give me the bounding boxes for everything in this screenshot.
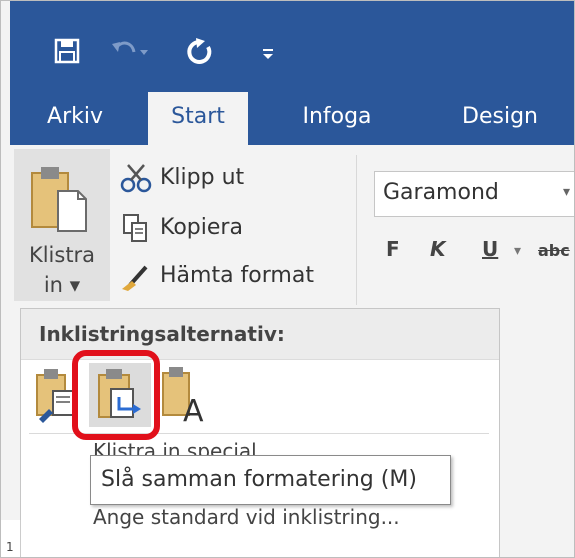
chevron-down-icon: ▾ — [563, 184, 571, 200]
cut-label: Klipp ut — [160, 165, 245, 190]
paste-button[interactable]: Klistra in ▾ — [14, 149, 110, 301]
redo-icon[interactable] — [186, 38, 214, 70]
svg-text:A: A — [183, 394, 204, 425]
tab-design[interactable]: Design — [450, 92, 550, 145]
highlight-ring — [72, 350, 160, 440]
word-window: Arkiv Start Infoga Design Klistra in ▾ K… — [0, 0, 575, 558]
tab-infoga[interactable]: Infoga — [290, 92, 384, 145]
font-name-select[interactable]: Garamond ▾ — [374, 171, 575, 217]
paste-text-only-icon: A — [162, 367, 204, 425]
copy-icon — [120, 213, 152, 254]
italic-button[interactable]: K — [430, 237, 446, 261]
paste-icon — [31, 167, 87, 232]
ribbon: Klistra in ▾ Klipp ut Kopiera Hämta form… — [10, 145, 575, 315]
undo-icon[interactable] — [110, 38, 150, 68]
tab-start[interactable]: Start — [148, 92, 248, 145]
paste-option-keep-text-only[interactable]: A — [157, 363, 219, 427]
customize-toolbar-icon[interactable] — [262, 46, 276, 65]
copy-label: Kopiera — [160, 215, 243, 240]
paintbrush-icon — [120, 261, 154, 302]
underline-dropdown[interactable]: ▾ — [514, 243, 521, 259]
bold-button[interactable]: F — [386, 237, 400, 261]
tooltip-text: Slå samman formatering (M) — [101, 467, 417, 492]
paste-options-title: Inklistringsalternativ: — [39, 322, 285, 346]
tab-arkiv[interactable]: Arkiv — [30, 92, 120, 145]
save-icon[interactable] — [54, 38, 80, 68]
ruler-mark: 1 — [6, 540, 14, 554]
font-name-value: Garamond — [383, 180, 499, 205]
tooltip: Slå samman formatering (M) — [90, 455, 451, 505]
strikethrough-button[interactable]: abc — [538, 241, 570, 260]
group-divider — [356, 155, 357, 305]
paste-label-line1: Klistra — [28, 243, 96, 267]
format-painter-label: Hämta format — [160, 263, 314, 288]
set-default-paste-item[interactable]: Ange standard vid inklistring... — [93, 505, 400, 529]
paste-label-line2: in ▾ — [43, 273, 81, 297]
underline-button[interactable]: U — [482, 237, 498, 261]
vertical-ruler: 1 — [0, 520, 21, 558]
scissors-icon — [120, 163, 152, 204]
ribbon-tabs: Arkiv Start Infoga Design — [10, 92, 575, 145]
title-bar — [10, 0, 575, 92]
